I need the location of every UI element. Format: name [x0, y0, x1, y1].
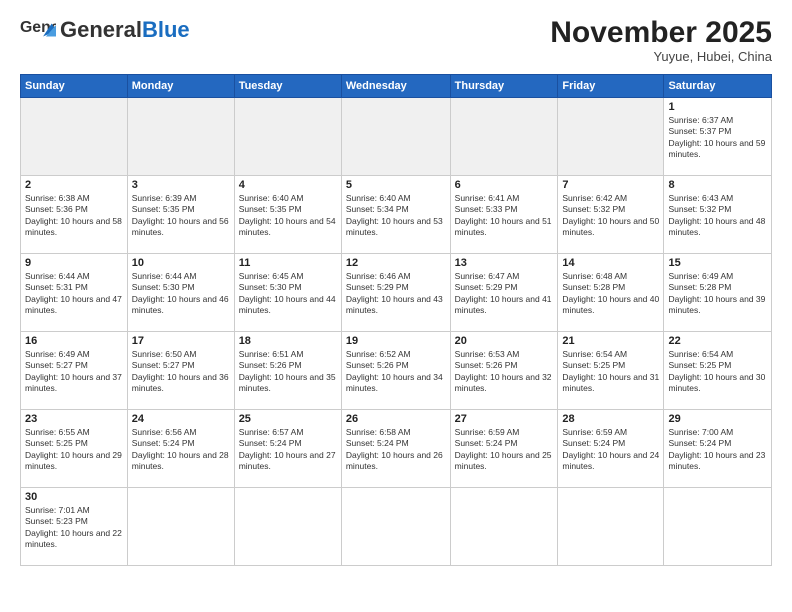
day-26: 26 Sunrise: 6:58 AMSunset: 5:24 PMDaylig… [341, 410, 450, 488]
calendar-row-3: 9 Sunrise: 6:44 AMSunset: 5:31 PMDayligh… [21, 254, 772, 332]
day-18: 18 Sunrise: 6:51 AMSunset: 5:26 PMDaylig… [234, 332, 341, 410]
day-9: 9 Sunrise: 6:44 AMSunset: 5:31 PMDayligh… [21, 254, 128, 332]
day-27: 27 Sunrise: 6:59 AMSunset: 5:24 PMDaylig… [450, 410, 558, 488]
day-23: 23 Sunrise: 6:55 AMSunset: 5:25 PMDaylig… [21, 410, 128, 488]
empty-cell [127, 98, 234, 176]
weekday-header-row: Sunday Monday Tuesday Wednesday Thursday… [21, 75, 772, 98]
logo-text: GeneralBlue [60, 19, 190, 41]
empty-cell [21, 98, 128, 176]
day-21: 21 Sunrise: 6:54 AMSunset: 5:25 PMDaylig… [558, 332, 664, 410]
empty-cell [450, 488, 558, 566]
calendar-row-1: 1 Sunrise: 6:37 AMSunset: 5:37 PMDayligh… [21, 98, 772, 176]
calendar-row-2: 2 Sunrise: 6:38 AMSunset: 5:36 PMDayligh… [21, 176, 772, 254]
empty-cell [341, 98, 450, 176]
day-4: 4 Sunrise: 6:40 AMSunset: 5:35 PMDayligh… [234, 176, 341, 254]
day-8: 8 Sunrise: 6:43 AMSunset: 5:32 PMDayligh… [664, 176, 772, 254]
day-2: 2 Sunrise: 6:38 AMSunset: 5:36 PMDayligh… [21, 176, 128, 254]
calendar-row-6: 30 Sunrise: 7:01 AMSunset: 5:23 PMDaylig… [21, 488, 772, 566]
day-25: 25 Sunrise: 6:57 AMSunset: 5:24 PMDaylig… [234, 410, 341, 488]
day-16: 16 Sunrise: 6:49 AMSunset: 5:27 PMDaylig… [21, 332, 128, 410]
day-30: 30 Sunrise: 7:01 AMSunset: 5:23 PMDaylig… [21, 488, 128, 566]
header-monday: Monday [127, 75, 234, 98]
day-5: 5 Sunrise: 6:40 AMSunset: 5:34 PMDayligh… [341, 176, 450, 254]
day-14: 14 Sunrise: 6:48 AMSunset: 5:28 PMDaylig… [558, 254, 664, 332]
empty-cell [558, 98, 664, 176]
calendar-row-5: 23 Sunrise: 6:55 AMSunset: 5:25 PMDaylig… [21, 410, 772, 488]
location-subtitle: Yuyue, Hubei, China [550, 49, 772, 64]
day-6: 6 Sunrise: 6:41 AMSunset: 5:33 PMDayligh… [450, 176, 558, 254]
day-24: 24 Sunrise: 6:56 AMSunset: 5:24 PMDaylig… [127, 410, 234, 488]
calendar-row-4: 16 Sunrise: 6:49 AMSunset: 5:27 PMDaylig… [21, 332, 772, 410]
day-10: 10 Sunrise: 6:44 AMSunset: 5:30 PMDaylig… [127, 254, 234, 332]
day-22: 22 Sunrise: 6:54 AMSunset: 5:25 PMDaylig… [664, 332, 772, 410]
day-12: 12 Sunrise: 6:46 AMSunset: 5:29 PMDaylig… [341, 254, 450, 332]
empty-cell [558, 488, 664, 566]
header-wednesday: Wednesday [341, 75, 450, 98]
title-block: November 2025 Yuyue, Hubei, China [550, 16, 772, 64]
empty-cell [664, 488, 772, 566]
header: General GeneralBlue November 2025 Yuyue,… [20, 16, 772, 64]
header-saturday: Saturday [664, 75, 772, 98]
empty-cell [234, 488, 341, 566]
header-sunday: Sunday [21, 75, 128, 98]
empty-cell [234, 98, 341, 176]
day-19: 19 Sunrise: 6:52 AMSunset: 5:26 PMDaylig… [341, 332, 450, 410]
empty-cell [450, 98, 558, 176]
calendar-table: Sunday Monday Tuesday Wednesday Thursday… [20, 74, 772, 566]
day-20: 20 Sunrise: 6:53 AMSunset: 5:26 PMDaylig… [450, 332, 558, 410]
day-17: 17 Sunrise: 6:50 AMSunset: 5:27 PMDaylig… [127, 332, 234, 410]
day-28: 28 Sunrise: 6:59 AMSunset: 5:24 PMDaylig… [558, 410, 664, 488]
header-tuesday: Tuesday [234, 75, 341, 98]
day-13: 13 Sunrise: 6:47 AMSunset: 5:29 PMDaylig… [450, 254, 558, 332]
day-7: 7 Sunrise: 6:42 AMSunset: 5:32 PMDayligh… [558, 176, 664, 254]
header-thursday: Thursday [450, 75, 558, 98]
page: General GeneralBlue November 2025 Yuyue,… [0, 0, 792, 612]
month-title: November 2025 [550, 16, 772, 49]
day-1: 1 Sunrise: 6:37 AMSunset: 5:37 PMDayligh… [664, 98, 772, 176]
logo: General GeneralBlue [20, 16, 190, 44]
day-3: 3 Sunrise: 6:39 AMSunset: 5:35 PMDayligh… [127, 176, 234, 254]
generalblue-icon: General [20, 16, 56, 44]
header-friday: Friday [558, 75, 664, 98]
day-29: 29 Sunrise: 7:00 AMSunset: 5:24 PMDaylig… [664, 410, 772, 488]
day-15: 15 Sunrise: 6:49 AMSunset: 5:28 PMDaylig… [664, 254, 772, 332]
empty-cell [341, 488, 450, 566]
empty-cell [127, 488, 234, 566]
day-11: 11 Sunrise: 6:45 AMSunset: 5:30 PMDaylig… [234, 254, 341, 332]
